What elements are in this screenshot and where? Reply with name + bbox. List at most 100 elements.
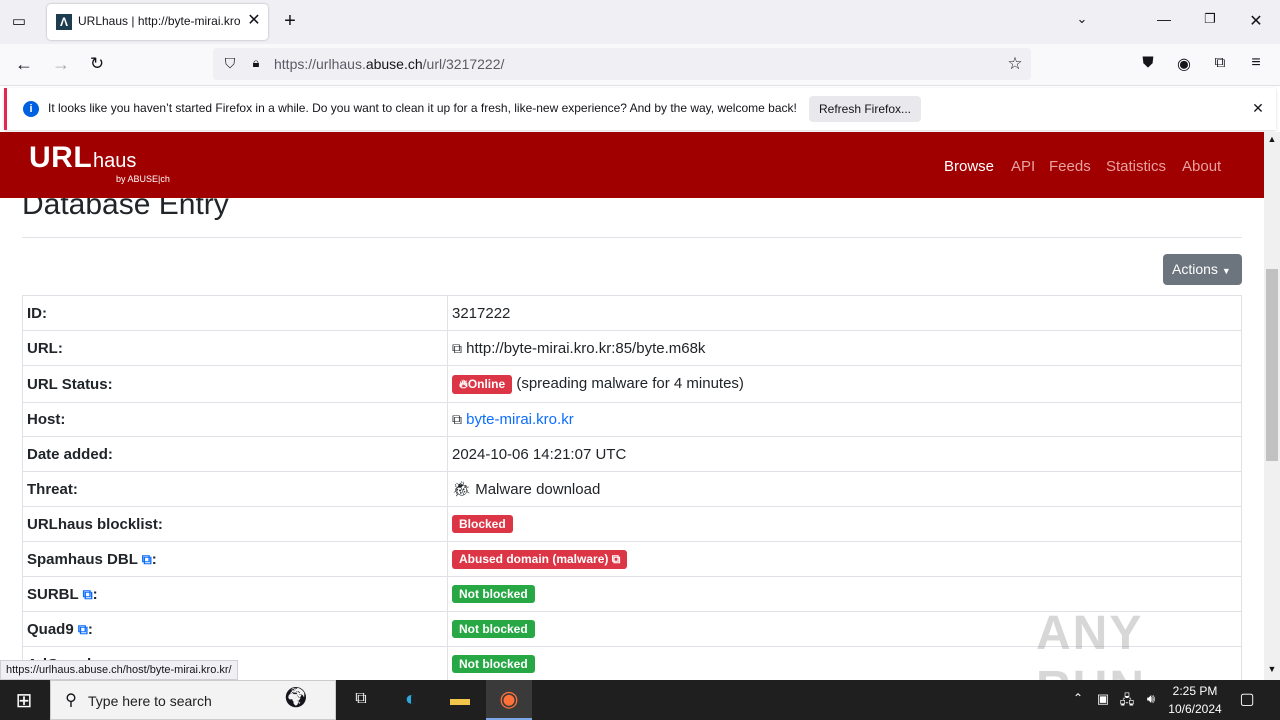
nav-about[interactable]: About (1182, 158, 1221, 175)
url-suffix: /url/3217222/ (422, 56, 505, 72)
url-value: ⧉ http://byte-mirai.kro.kr:85/byte.m68k (447, 330, 1242, 366)
blocklist-value: Blocked (447, 506, 1242, 542)
actions-label: Actions (1172, 261, 1218, 277)
external-link-icon[interactable]: ⧉ (142, 551, 152, 567)
file-explorer-icon[interactable]: ▬ (447, 688, 473, 714)
url-text[interactable]: https://urlhaus.abuse.ch/url/3217222/ (274, 56, 504, 72)
id-value-text: 3217222 (452, 304, 511, 322)
network-icon[interactable]: 🖧︎ (1118, 691, 1136, 709)
table-row: Host: ⧉ byte-mirai.kro.kr (22, 402, 1242, 437)
threat-value: 🐞︎ Malware download (447, 471, 1242, 507)
abuse-ch-logo: by ABUSE|ch (116, 174, 170, 184)
tab-overview-icon[interactable]: ▭ (8, 12, 30, 32)
external-link-icon[interactable]: ⧉ (83, 586, 93, 602)
urlhaus-favicon-icon: Λ (56, 14, 72, 30)
nav-api[interactable]: API (1011, 158, 1035, 175)
host-link[interactable]: byte-mirai.kro.kr (466, 411, 574, 428)
search-placeholder: Type here to search (88, 693, 212, 709)
refresh-firefox-button[interactable]: Refresh Firefox... (809, 96, 921, 122)
firefox-icon: ◉ (499, 686, 519, 711)
nav-browse[interactable]: Browse (944, 158, 994, 175)
copy-icon[interactable]: ⧉ (452, 340, 462, 356)
clock-time[interactable]: 2:25 PM (1166, 684, 1224, 698)
nav-statistics[interactable]: Statistics (1106, 158, 1166, 175)
host-value: ⧉ byte-mirai.kro.kr (447, 402, 1242, 437)
site-header: URL haus by ABUSE|ch Browse API Feeds St… (0, 132, 1264, 198)
table-row: Date added: 2024-10-06 14:21:07 UTC (22, 436, 1242, 472)
list-tabs-chevron-down-icon[interactable]: ⌄ (1072, 11, 1092, 31)
close-tab-icon[interactable]: ✕ (244, 10, 264, 32)
nav-feeds[interactable]: Feeds (1049, 158, 1091, 175)
pocket-icon[interactable]: ⛊ (1138, 54, 1158, 76)
back-arrow-icon[interactable]: ← (13, 54, 35, 76)
new-tab-icon[interactable]: + (280, 10, 300, 34)
not-blocked-badge: Not blocked (452, 655, 535, 673)
status-label: URL Status: (22, 365, 448, 403)
windows-start-icon[interactable]: ⊞ (12, 688, 36, 712)
table-row: ID: 3217222 (22, 295, 1242, 331)
notifications-icon[interactable]: ▢ (1237, 689, 1257, 711)
copy-icon[interactable]: ⧉ (452, 411, 462, 427)
restore-icon[interactable]: ❐ (1200, 11, 1220, 31)
clock-date[interactable]: 10/6/2024 (1166, 702, 1224, 716)
spamhaus-label: Spamhaus DBL ⧉: (22, 541, 448, 577)
task-view-icon[interactable]: ⧉ (350, 690, 372, 712)
tray-chevron-up-icon[interactable]: ⌃ (1070, 691, 1086, 709)
search-highlight-icon: 🌍︎ (283, 687, 309, 709)
urlhaus-logo-sub: haus (93, 150, 137, 172)
table-row: URL Status: 🔥︎Online (spreading malware … (22, 365, 1242, 403)
taskbar-search-box[interactable]: ⚲ Type here to search 🌍︎ (50, 680, 336, 720)
external-link-icon: ⧉ (611, 551, 621, 566)
page-content: Database Entry URL haus by ABUSE|ch Brow… (0, 132, 1264, 680)
reload-icon[interactable]: ↻ (86, 54, 108, 76)
minimize-icon[interactable]: — (1154, 11, 1174, 31)
firefox-taskbar-button[interactable]: ◉ (486, 680, 532, 720)
surbl-label-text: SURBL (27, 585, 79, 603)
extensions-icon[interactable]: ⧉ (1210, 54, 1230, 76)
host-label: Host: (22, 402, 448, 437)
lock-icon[interactable]: 🔒︎ (248, 55, 264, 73)
scroll-down-icon[interactable]: ▼ (1266, 664, 1278, 676)
account-icon[interactable]: ◉ (1174, 54, 1194, 76)
table-row: Threat: 🐞︎ Malware download (22, 471, 1242, 507)
external-link-icon[interactable]: ⧉ (78, 621, 88, 637)
url-domain: abuse.ch (365, 56, 423, 72)
abused-domain-badge[interactable]: Abused domain (malware) ⧉ (452, 549, 628, 569)
url-value-text: http://byte-mirai.kro.kr:85/byte.m68k (466, 339, 706, 357)
link-status-tooltip: https://urlhaus.abuse.ch/host/byte-mirai… (0, 660, 238, 680)
windows-taskbar: ⊞ ⚲ Type here to search 🌍︎ ⧉ ◐ ▬ ◉ ⌃ ▣ 🖧… (0, 680, 1280, 720)
browser-tab[interactable]: Λ URLhaus | http://byte-mirai.kro.kr:85/… (47, 4, 268, 40)
bookmark-star-icon[interactable]: ☆ (1005, 54, 1025, 74)
scrollbar-thumb[interactable] (1266, 269, 1278, 461)
forward-arrow-icon[interactable]: → (50, 54, 72, 76)
divider (22, 237, 1242, 238)
surbl-label: SURBL ⧉: (22, 576, 448, 612)
tracking-shield-icon[interactable]: ⛉ (221, 55, 239, 73)
info-icon: i (23, 101, 39, 117)
date-value: 2024-10-06 14:21:07 UTC (447, 436, 1242, 472)
spamhaus-label-text: Spamhaus DBL (27, 550, 138, 568)
caret-down-icon: ▼ (1221, 266, 1231, 276)
volume-icon[interactable]: 🔊︎ (1142, 691, 1160, 709)
table-row: URLhaus blocklist: Blocked (22, 506, 1242, 542)
navigation-toolbar: ← → ↻ ⛉ 🔒︎ https://urlhaus.abuse.ch/url/… (0, 44, 1280, 86)
window-close-icon[interactable]: ✕ (1246, 11, 1266, 31)
device-icon[interactable]: ▣ (1094, 691, 1112, 709)
address-bar[interactable]: ⛉ 🔒︎ https://urlhaus.abuse.ch/url/321722… (213, 48, 1031, 80)
actions-dropdown-button[interactable]: Actions ▼ (1163, 254, 1242, 285)
threat-label: Threat: (22, 471, 448, 507)
notification-close-icon[interactable]: ✕ (1250, 100, 1266, 118)
tab-strip: ▭ Λ URLhaus | http://byte-mirai.kro.kr:8… (0, 0, 1280, 44)
page-scrollbar[interactable]: ▲ ▼ (1264, 132, 1280, 680)
fire-icon: 🔥︎ (459, 376, 468, 391)
search-icon: ⚲ (65, 692, 77, 709)
notification-text: It looks like you haven’t started Firefo… (48, 101, 797, 115)
table-row: URL: ⧉ http://byte-mirai.kro.kr:85/byte.… (22, 330, 1242, 366)
urlhaus-logo[interactable]: URL (29, 141, 92, 175)
edge-icon[interactable]: ◐ (398, 688, 424, 714)
scroll-up-icon[interactable]: ▲ (1266, 134, 1278, 146)
blocklist-label: URLhaus blocklist: (22, 506, 448, 542)
bug-icon: 🐞︎ (452, 481, 472, 498)
menu-hamburger-icon[interactable]: ≡ (1246, 54, 1266, 76)
abused-domain-text: Abused domain (malware) (459, 551, 609, 566)
